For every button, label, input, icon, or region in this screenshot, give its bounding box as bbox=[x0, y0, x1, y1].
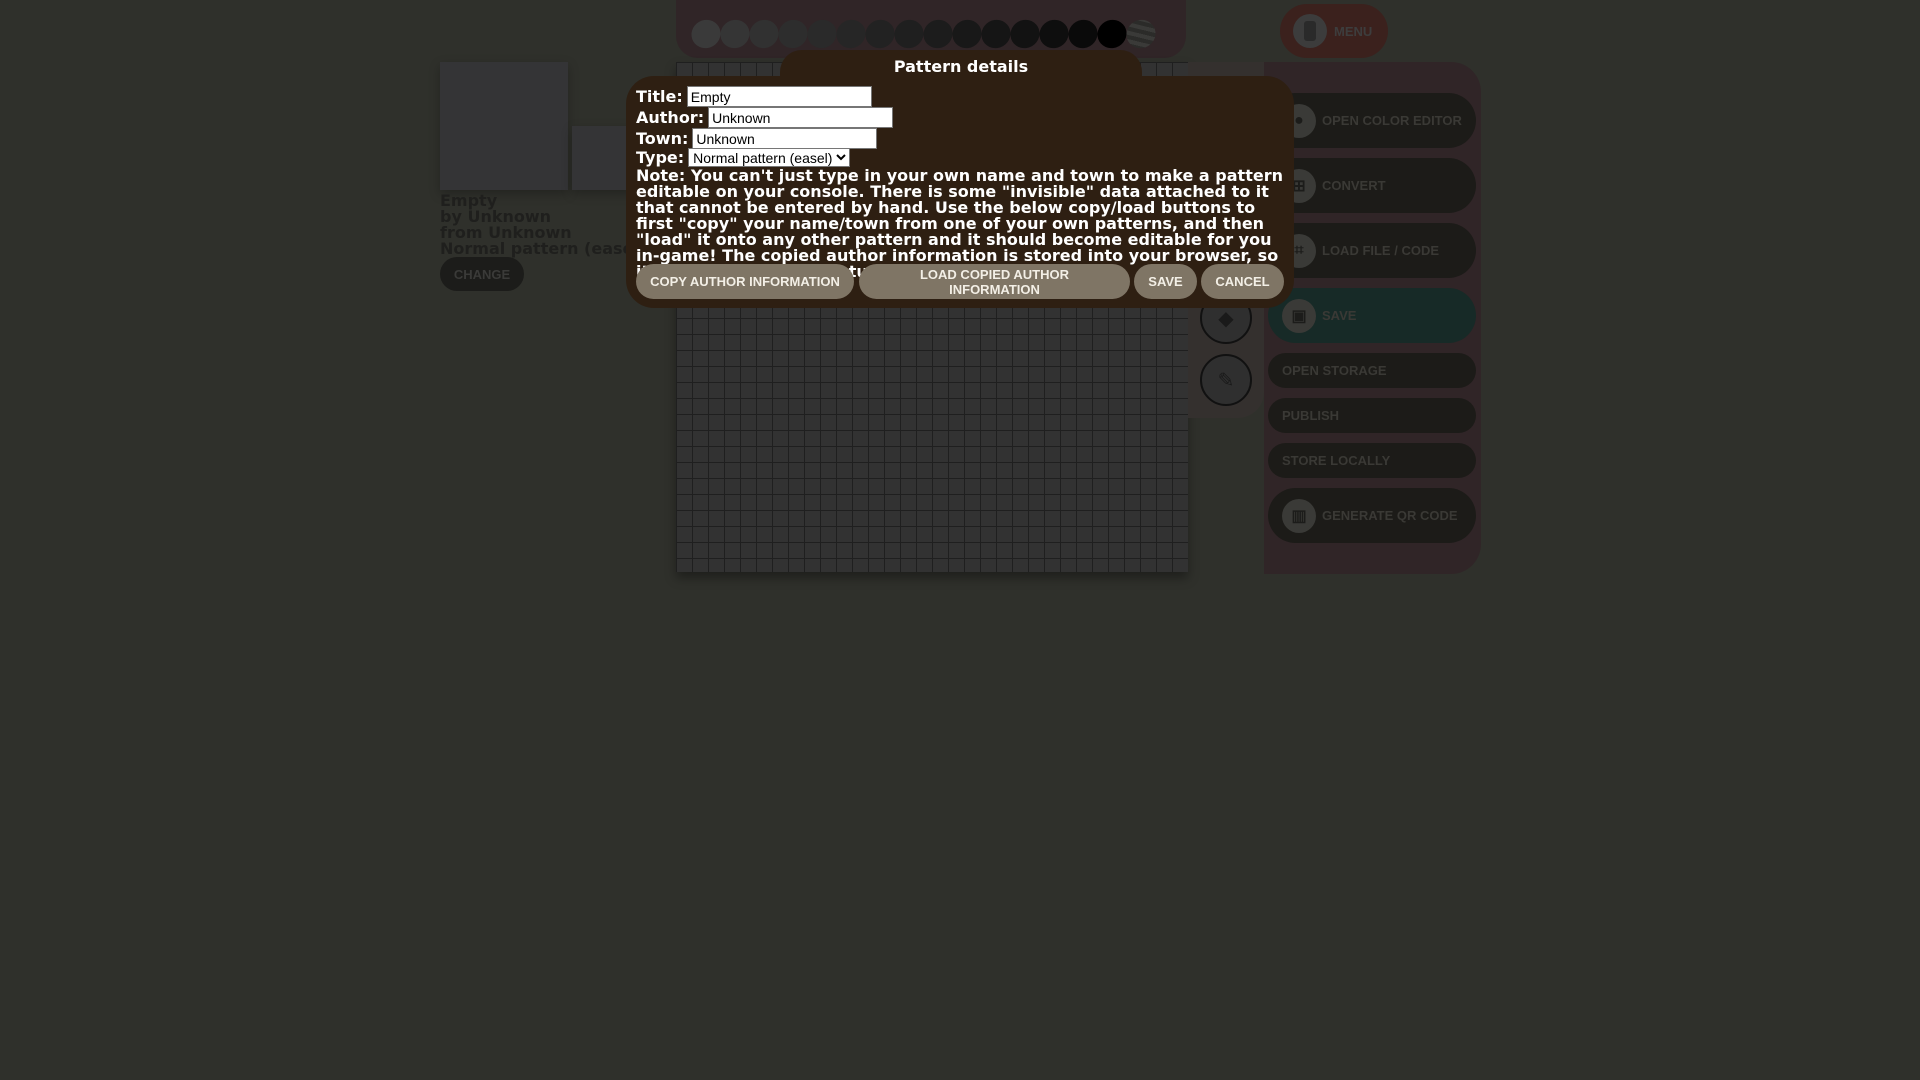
modal-title: Pattern details bbox=[893, 57, 1029, 76]
phone-icon bbox=[1293, 14, 1327, 48]
convert-button[interactable]: ⊞ CONVERT bbox=[1268, 158, 1476, 213]
load-file-code-button[interactable]: ⌗ LOAD FILE / CODE bbox=[1268, 223, 1476, 278]
pattern-preview-large bbox=[440, 62, 568, 190]
author-label: Author: bbox=[636, 108, 705, 127]
type-label: Type: bbox=[636, 148, 685, 167]
transparent-swatch-icon[interactable] bbox=[1121, 14, 1161, 54]
title-row: Title: bbox=[636, 86, 872, 107]
menu-label: MENU bbox=[1334, 23, 1373, 39]
title-label: Title: bbox=[636, 87, 683, 106]
floppy-icon: ▣ bbox=[1282, 298, 1316, 333]
menu-button[interactable]: MENU bbox=[1280, 4, 1388, 58]
swatch-list bbox=[686, 14, 1161, 54]
author-input[interactable] bbox=[708, 107, 894, 128]
type-select[interactable]: Normal pattern (easel) bbox=[688, 148, 851, 167]
generate-qr-code-label: GENERATE QR CODE bbox=[1322, 508, 1458, 523]
author-row: Author: bbox=[636, 107, 894, 128]
town-input[interactable] bbox=[692, 128, 878, 149]
open-color-editor-button[interactable]: ● OPEN COLOR EDITOR bbox=[1268, 93, 1476, 148]
copy-author-information-button[interactable]: COPY AUTHOR INFORMATION bbox=[636, 264, 854, 299]
open-storage-button[interactable]: OPEN STORAGE bbox=[1268, 353, 1476, 388]
town-row: Town: bbox=[636, 128, 878, 149]
modal-cancel-button[interactable]: CANCEL bbox=[1201, 264, 1284, 299]
town-label: Town: bbox=[636, 129, 689, 148]
load-copied-author-information-button[interactable]: LOAD COPIED AUTHOR INFORMATION bbox=[859, 264, 1130, 299]
publish-label: PUBLISH bbox=[1282, 408, 1340, 423]
pattern-meta: Empty by Unknown from Unknown Normal pat… bbox=[440, 193, 646, 257]
type-row: Type: Normal pattern (easel) bbox=[636, 148, 851, 167]
store-locally-label: STORE LOCALLY bbox=[1282, 453, 1391, 468]
eyedropper-icon: ✎ bbox=[1217, 368, 1235, 392]
load-file-code-label: LOAD FILE / CODE bbox=[1322, 243, 1439, 258]
title-input[interactable] bbox=[686, 86, 872, 107]
publish-button[interactable]: PUBLISH bbox=[1268, 398, 1476, 433]
convert-label: CONVERT bbox=[1322, 178, 1386, 193]
save-pattern-label: SAVE bbox=[1322, 308, 1357, 323]
eyedropper-tool-button[interactable]: ✎ bbox=[1200, 354, 1252, 406]
store-locally-button[interactable]: STORE LOCALLY bbox=[1268, 443, 1476, 478]
modal-save-button[interactable]: SAVE bbox=[1134, 264, 1197, 299]
generate-qr-code-button[interactable]: ▥ GENERATE QR CODE bbox=[1268, 488, 1476, 543]
qr-scan-icon: ▥ bbox=[1282, 498, 1316, 533]
open-color-editor-label: OPEN COLOR EDITOR bbox=[1322, 113, 1462, 128]
save-pattern-button[interactable]: ▣ SAVE bbox=[1268, 288, 1476, 343]
paint-bucket-icon: ◆ bbox=[1218, 306, 1234, 330]
change-button[interactable]: CHANGE bbox=[440, 257, 524, 291]
pattern-type: Normal pattern (easel) bbox=[440, 239, 647, 258]
open-storage-label: OPEN STORAGE bbox=[1282, 363, 1387, 378]
